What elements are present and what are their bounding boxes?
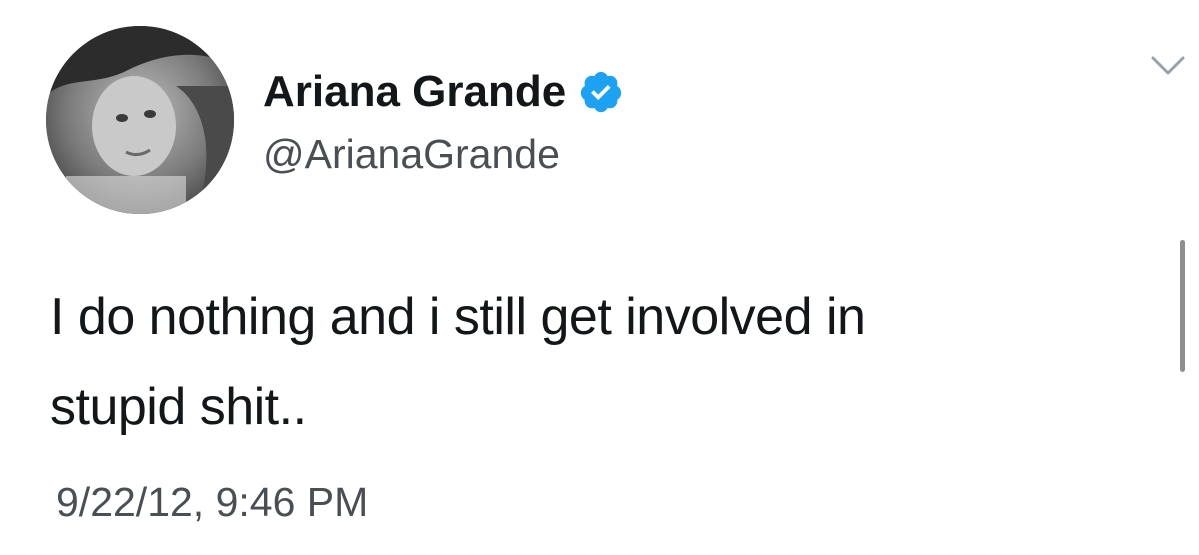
tweet-text: I do nothing and i still get involved in…	[50, 288, 866, 436]
tweet-card: Ariana Grande @ArianaGrande I do nothing…	[0, 0, 1199, 555]
author-display-name[interactable]: Ariana Grande	[263, 70, 566, 114]
author-handle[interactable]: @ArianaGrande	[263, 134, 560, 175]
tweet-timestamp[interactable]: 9/22/12, 9:46 PM	[56, 482, 368, 523]
avatar[interactable]	[46, 26, 234, 214]
verified-badge-icon	[578, 69, 624, 115]
chevron-down-icon[interactable]	[1150, 52, 1186, 80]
profile-photo	[46, 26, 234, 214]
author-name-row: Ariana Grande	[263, 64, 624, 120]
scrollbar-thumb[interactable]	[1180, 240, 1185, 372]
